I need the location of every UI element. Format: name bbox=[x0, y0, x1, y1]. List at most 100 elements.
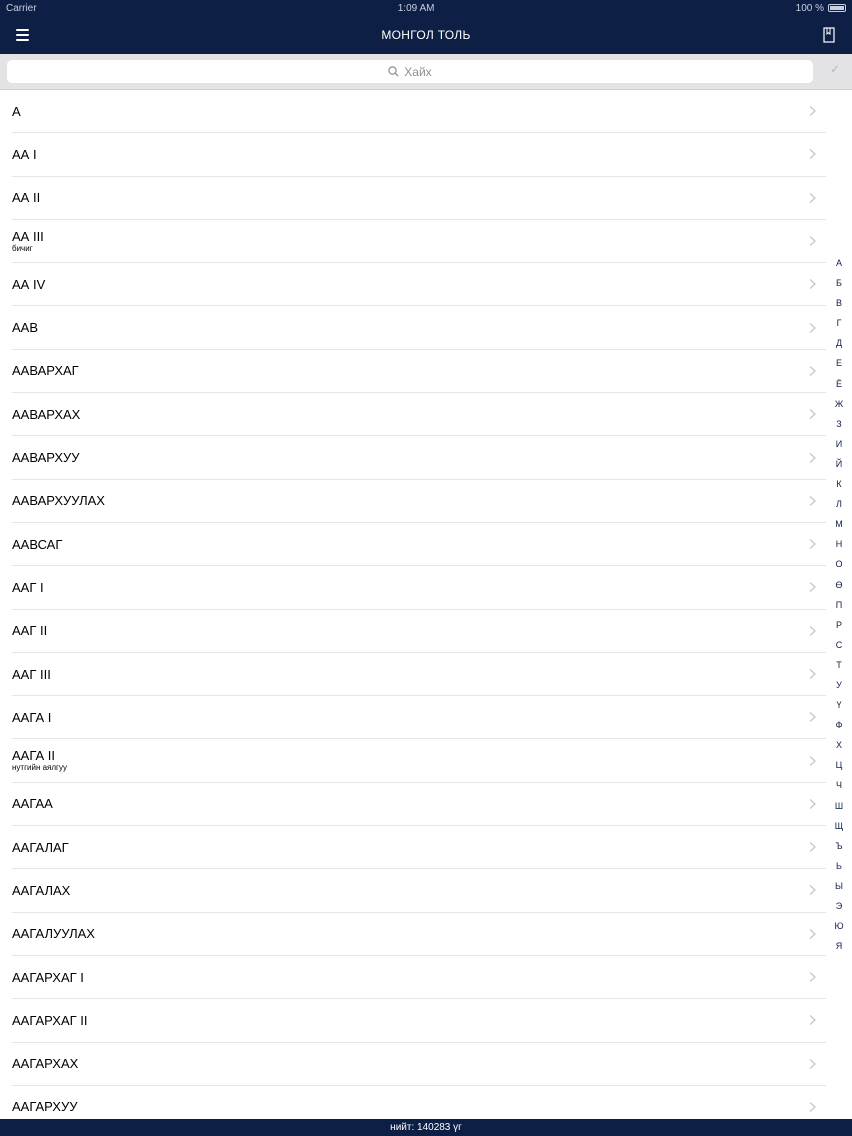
list-item[interactable]: АА II bbox=[12, 177, 826, 220]
index-letter[interactable]: Ф bbox=[829, 715, 849, 735]
list-item[interactable]: ААВАРХАГ bbox=[12, 350, 826, 394]
list-item[interactable]: ААГА II нутгийн аялгуу bbox=[12, 739, 826, 783]
index-letter[interactable]: Ь bbox=[829, 856, 849, 876]
word-title: ААВАРХУУ bbox=[12, 450, 80, 466]
chevron-right-icon bbox=[809, 365, 816, 376]
chevron-right-icon bbox=[809, 1101, 816, 1112]
list-item[interactable]: АА IV bbox=[12, 263, 826, 307]
search-placeholder: Хайх bbox=[404, 64, 432, 79]
index-letter[interactable]: Я bbox=[829, 936, 849, 956]
index-letter[interactable]: П bbox=[829, 595, 849, 615]
chevron-right-icon bbox=[809, 495, 816, 506]
word-list: А АА I АА II АА III бичиг АА IV ААВ ААВАРХАГ ААВ… bbox=[0, 90, 826, 1119]
list-item[interactable]: ААГАЛУУЛАХ bbox=[12, 913, 826, 956]
footer-total-count: нийт: 140283 үг bbox=[0, 1119, 852, 1136]
list-item[interactable]: ААГА I bbox=[12, 696, 826, 740]
chevron-right-icon bbox=[809, 279, 816, 290]
list-item[interactable]: ААГАА bbox=[12, 783, 826, 827]
index-letter[interactable]: Ц bbox=[829, 755, 849, 775]
word-title: ААГАРХУУ bbox=[12, 1099, 78, 1115]
list-item[interactable]: ААГАРХАГ I bbox=[12, 956, 826, 1000]
index-letter[interactable]: Н bbox=[829, 534, 849, 554]
index-letter[interactable]: В bbox=[829, 293, 849, 313]
list-item[interactable]: А bbox=[12, 90, 826, 134]
index-letter[interactable]: Б bbox=[829, 273, 849, 293]
word-title: ААГАРХАГ II bbox=[12, 1012, 88, 1028]
word-title: ААГАА bbox=[12, 796, 53, 812]
word-title: ААГА II bbox=[12, 748, 56, 764]
index-letter[interactable]: У bbox=[829, 675, 849, 695]
list-item[interactable]: АА III бичиг bbox=[12, 220, 826, 264]
page-title: МОНГОЛ ТОЛЬ bbox=[381, 28, 471, 42]
word-title: АА I bbox=[12, 146, 37, 162]
list-item[interactable]: ААГ III bbox=[12, 653, 826, 697]
word-subtitle: нутгийн аялгуу bbox=[12, 763, 67, 773]
hamburger-menu-icon[interactable] bbox=[14, 27, 32, 43]
search-bar: Хайх ✓ bbox=[0, 54, 852, 90]
total-words-label: нийт: 140283 үг bbox=[390, 1122, 462, 1133]
chevron-right-icon bbox=[809, 539, 816, 550]
list-item[interactable]: АА I bbox=[12, 133, 826, 177]
bookmark-icon[interactable] bbox=[822, 27, 836, 43]
list-item[interactable]: ААГАРХАГ II bbox=[12, 999, 826, 1043]
battery-icon bbox=[828, 4, 846, 12]
word-subtitle: бичиг bbox=[12, 243, 33, 253]
chevron-right-icon bbox=[809, 409, 816, 420]
index-letter[interactable]: Э bbox=[829, 896, 849, 916]
index-letter[interactable]: О bbox=[829, 554, 849, 574]
index-letter[interactable]: Л bbox=[829, 494, 849, 514]
battery-percent: 100 % bbox=[795, 2, 824, 14]
chevron-right-icon bbox=[809, 928, 816, 939]
index-letter[interactable]: Е bbox=[829, 353, 849, 373]
word-title: А bbox=[12, 103, 21, 119]
word-title: ААГАРХАХ bbox=[12, 1056, 79, 1072]
index-letter[interactable]: Ы bbox=[829, 876, 849, 896]
chevron-right-icon bbox=[809, 1015, 816, 1026]
index-letter[interactable]: Ш bbox=[829, 796, 849, 816]
index-letter[interactable]: Ю bbox=[829, 916, 849, 936]
status-bar: Carrier 1:09 AM 100 % bbox=[0, 0, 852, 16]
index-letter[interactable]: Ъ bbox=[829, 836, 849, 856]
index-letter[interactable]: К bbox=[829, 474, 849, 494]
search-input[interactable]: Хайх bbox=[7, 60, 813, 83]
list-item[interactable]: ААВАРХАХ bbox=[12, 393, 826, 437]
chevron-right-icon bbox=[809, 322, 816, 333]
list-item[interactable]: ААВ bbox=[12, 306, 826, 350]
index-letter[interactable]: Х bbox=[829, 735, 849, 755]
word-title: ААВАРХУУЛАХ bbox=[12, 493, 105, 509]
index-letter[interactable]: М bbox=[829, 514, 849, 534]
index-letter[interactable]: А bbox=[829, 253, 849, 273]
index-letter[interactable]: Ё bbox=[829, 374, 849, 394]
alphabet-index: АБВГДЕЁЖЗИЙКЛМНОӨПРСТУҮФХЦЧШЩЪЬЫЭЮЯ bbox=[829, 253, 849, 956]
list-item[interactable]: ААГАРХАХ bbox=[12, 1043, 826, 1086]
index-letter[interactable]: И bbox=[829, 434, 849, 454]
list-item[interactable]: ААГ II bbox=[12, 610, 826, 653]
index-letter[interactable]: Р bbox=[829, 615, 849, 635]
index-letter[interactable]: Й bbox=[829, 454, 849, 474]
list-item[interactable]: ААГАЛАГ bbox=[12, 826, 826, 870]
carrier-label: Carrier bbox=[6, 2, 37, 14]
list-item[interactable]: ААВСАГ bbox=[12, 523, 826, 567]
chevron-right-icon bbox=[809, 452, 816, 463]
list-item[interactable]: ААВАРХУУ bbox=[12, 436, 826, 480]
list-item[interactable]: ААГАРХУУ bbox=[12, 1086, 826, 1119]
index-letter[interactable]: З bbox=[829, 414, 849, 434]
index-letter[interactable]: Ж bbox=[829, 394, 849, 414]
chevron-right-icon bbox=[809, 885, 816, 896]
chevron-right-icon bbox=[809, 582, 816, 593]
battery-status: 100 % bbox=[796, 3, 846, 14]
index-letter[interactable]: Т bbox=[829, 655, 849, 675]
index-letter[interactable]: Ө bbox=[829, 575, 849, 595]
index-letter[interactable]: Ү bbox=[829, 695, 849, 715]
index-letter[interactable]: Г bbox=[829, 313, 849, 333]
status-time: 1:09 AM bbox=[397, 2, 435, 14]
list-item[interactable]: ААВАРХУУЛАХ bbox=[12, 480, 826, 523]
chevron-right-icon bbox=[809, 798, 816, 809]
index-letter[interactable]: Ч bbox=[829, 775, 849, 795]
index-letter[interactable]: С bbox=[829, 635, 849, 655]
checkmark-icon[interactable]: ✓ bbox=[830, 62, 840, 76]
index-letter[interactable]: Щ bbox=[829, 816, 849, 836]
list-item[interactable]: ААГ I bbox=[12, 566, 826, 610]
list-item[interactable]: ААГАЛАХ bbox=[12, 869, 826, 913]
index-letter[interactable]: Д bbox=[829, 333, 849, 353]
